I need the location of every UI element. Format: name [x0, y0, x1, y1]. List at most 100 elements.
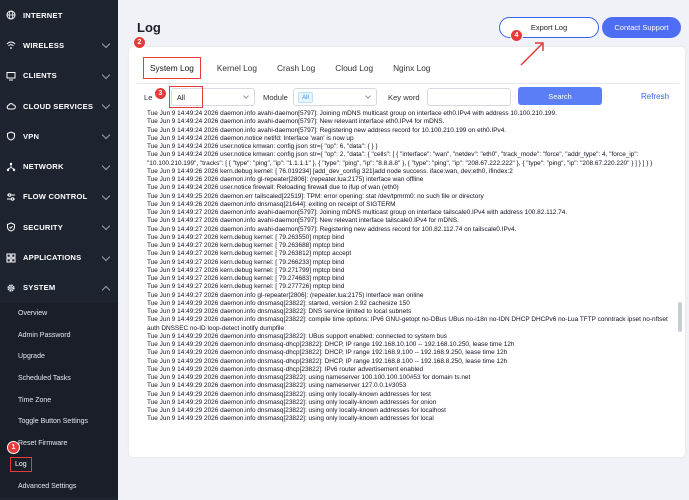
submenu-item-label: Advanced Settings — [18, 483, 77, 491]
sidebar-item-wireless[interactable]: WIRELESS — [0, 30, 118, 60]
clients-icon — [6, 71, 16, 81]
sidebar-item-cloud-services[interactable]: CLOUD SERVICES — [0, 91, 118, 121]
module-select[interactable]: All — [293, 88, 377, 106]
submenu-item-label: Admin Password — [18, 331, 71, 339]
sidebar-item-label: VPN — [23, 131, 40, 141]
sidebar-item-clients[interactable]: CLIENTS — [0, 61, 118, 91]
submenu-item-toggle-button-settings[interactable]: Toggle Button Settings — [0, 411, 118, 433]
log-line: Tue Jun 9 14:49:27 2026 kern.debug kerne… — [147, 283, 345, 291]
gear-icon — [6, 283, 16, 293]
log-line: Tue Jun 9 14:49:29 2026 daemon.info dnsm… — [147, 390, 431, 398]
sidebar-item-applications[interactable]: APPLICATIONS — [0, 242, 118, 272]
submenu-item-scheduled-tasks[interactable]: Scheduled Tasks — [0, 368, 118, 390]
step-badge-2: 2 — [133, 36, 146, 49]
log-line: Tue Jun 9 14:49:24 2026 daemon.info avah… — [147, 110, 557, 117]
sidebar-item-security[interactable]: SECURITY — [0, 212, 118, 242]
search-button[interactable]: Search — [518, 87, 602, 105]
keyword-input[interactable] — [427, 88, 511, 106]
tab-cloud-log[interactable]: Cloud Log — [325, 55, 383, 81]
log-line: Tue Jun 9 14:49:27 2026 daemon.info avah… — [147, 225, 517, 233]
log-line: Tue Jun 9 14:49:27 2026 kern.debug kerne… — [147, 258, 345, 266]
vpn-icon — [6, 131, 16, 141]
submenu-item-admin-password[interactable]: Admin Password — [0, 325, 118, 347]
contact-support-button[interactable]: Contact Support — [602, 17, 681, 38]
log-line: Tue Jun 9 14:49:24 2026 user.notice fire… — [147, 184, 399, 192]
apps-icon — [6, 253, 16, 263]
log-output[interactable]: Tue Jun 9 14:49:24 2026 daemon.info avah… — [147, 110, 677, 447]
submenu-item-label: Scheduled Tasks — [18, 375, 71, 383]
sidebar-item-label: INTERNET — [23, 10, 63, 20]
chevron-down-icon — [101, 131, 111, 140]
refresh-link[interactable]: Refresh — [641, 92, 669, 101]
log-line: Tue Jun 9 14:49:27 2026 daemon.info gl-r… — [147, 291, 424, 299]
submenu-item-label: Reset Firmware — [18, 439, 68, 447]
sidebar-item-label: SECURITY — [23, 222, 63, 232]
log-line: Tue Jun 9 14:49:29 2026 daemon.info dnsm… — [147, 299, 410, 307]
tab-crash-log[interactable]: Crash Log — [267, 55, 325, 81]
submenu-item-upgrade[interactable]: Upgrade — [0, 346, 118, 368]
sidebar-item-label: APPLICATIONS — [23, 253, 82, 263]
log-line: Tue Jun 9 14:49:27 2026 kern.debug kerne… — [147, 266, 345, 274]
network-icon — [6, 162, 16, 172]
chevron-down-icon — [101, 191, 111, 201]
system-submenu: Overview Admin Password Upgrade Scheduled T… — [0, 302, 118, 498]
wifi-icon — [6, 40, 16, 50]
log-line: Tue Jun 9 14:49:25 2026 daemon.err tails… — [147, 192, 484, 200]
log-line: Tue Jun 9 14:49:29 2026 daemon.info dnsm… — [147, 398, 437, 406]
sidebar-item-vpn[interactable]: VPN — [0, 121, 118, 151]
submenu-item-label: Toggle Button Settings — [18, 418, 89, 426]
chevron-down-icon — [101, 252, 111, 261]
globe-icon — [6, 10, 16, 20]
scrollbar-thumb[interactable] — [678, 302, 682, 332]
tab-label: Kernel Log — [216, 63, 257, 73]
export-log-label: Export Log — [530, 23, 568, 32]
tab-label: Nginx Log — [393, 63, 431, 73]
sidebar-item-internet[interactable]: INTERNET — [0, 0, 118, 30]
chevron-down-icon — [101, 40, 111, 49]
annotation-arrow — [520, 42, 544, 66]
chevron-down-icon — [101, 221, 111, 231]
log-line: Tue Jun 9 14:49:26 2026 daemon.info dnsm… — [147, 200, 396, 208]
level-select[interactable]: All — [169, 86, 255, 108]
cloud-icon — [6, 101, 16, 111]
tab-kernel-log[interactable]: Kernel Log — [207, 55, 267, 81]
tab-label: Cloud Log — [335, 63, 374, 73]
highlight-box — [169, 86, 203, 108]
sidebar-item-network[interactable]: NETWORK — [0, 151, 118, 181]
submenu-item-time-zone[interactable]: Time Zone — [0, 389, 118, 411]
tab-nginx-log[interactable]: Nginx Log — [383, 55, 440, 81]
sidebar: INTERNET WIRELESS CLIENTS CLOUD SERVICES VPN… — [0, 0, 118, 500]
chevron-down-icon — [101, 70, 111, 79]
log-line: Tue Jun 9 14:49:24 2026 user.notice kmwa… — [147, 143, 378, 150]
log-line: Tue Jun 9 14:49:27 2026 kern.debug kerne… — [147, 233, 345, 241]
submenu-item-overview[interactable]: Overview — [0, 303, 118, 325]
page-title: Log — [137, 20, 161, 35]
chevron-down-icon — [243, 93, 249, 99]
tab-system-log[interactable]: System Log — [137, 55, 207, 81]
log-line: Tue Jun 9 14:49:26 2026 kern.debug kerne… — [147, 167, 513, 175]
sidebar-item-system[interactable]: SYSTEM — [0, 273, 118, 303]
submenu-item-log[interactable]: Log — [0, 454, 118, 476]
log-line: Tue Jun 9 14:49:27 2026 daemon.info avah… — [147, 217, 459, 225]
module-tag: All — [298, 92, 313, 103]
log-line: Tue Jun 9 14:49:26 2026 daemon.info gl-r… — [147, 176, 424, 183]
log-line: Tue Jun 9 14:49:27 2026 kern.debug kerne… — [147, 242, 345, 249]
submenu-item-advanced-settings[interactable]: Advanced Settings — [0, 476, 118, 498]
log-line: Tue Jun 9 14:49:29 2026 daemon.info dnsm… — [147, 308, 412, 315]
log-scrollbar[interactable] — [678, 107, 682, 447]
submenu-item-label: Time Zone — [18, 396, 52, 404]
log-line: Tue Jun 9 14:49:29 2026 daemon.info dnsm… — [147, 349, 508, 357]
log-line: Tue Jun 9 14:49:24 2026 daemon.notice ne… — [147, 134, 354, 142]
log-line: Tue Jun 9 14:49:24 2026 daemon.info avah… — [147, 118, 445, 126]
log-line: Tue Jun 9 14:49:27 2026 kern.debug kerne… — [147, 250, 352, 258]
chevron-down-icon — [365, 93, 371, 99]
log-line: Tue Jun 9 14:49:27 2026 daemon.info avah… — [147, 209, 568, 216]
sidebar-item-label: SYSTEM — [23, 283, 56, 293]
sidebar-item-label: WIRELESS — [23, 40, 65, 50]
log-card: System Log Kernel Log Crash Log Cloud Lo… — [129, 47, 685, 457]
sidebar-item-flow-control[interactable]: FLOW CONTROL — [0, 182, 118, 212]
contact-support-label: Contact Support — [614, 23, 669, 32]
step-badge-1: 1 — [7, 441, 20, 454]
log-line: Tue Jun 9 14:49:29 2026 daemon.info dnsm… — [147, 341, 515, 348]
flow-icon — [6, 192, 16, 202]
